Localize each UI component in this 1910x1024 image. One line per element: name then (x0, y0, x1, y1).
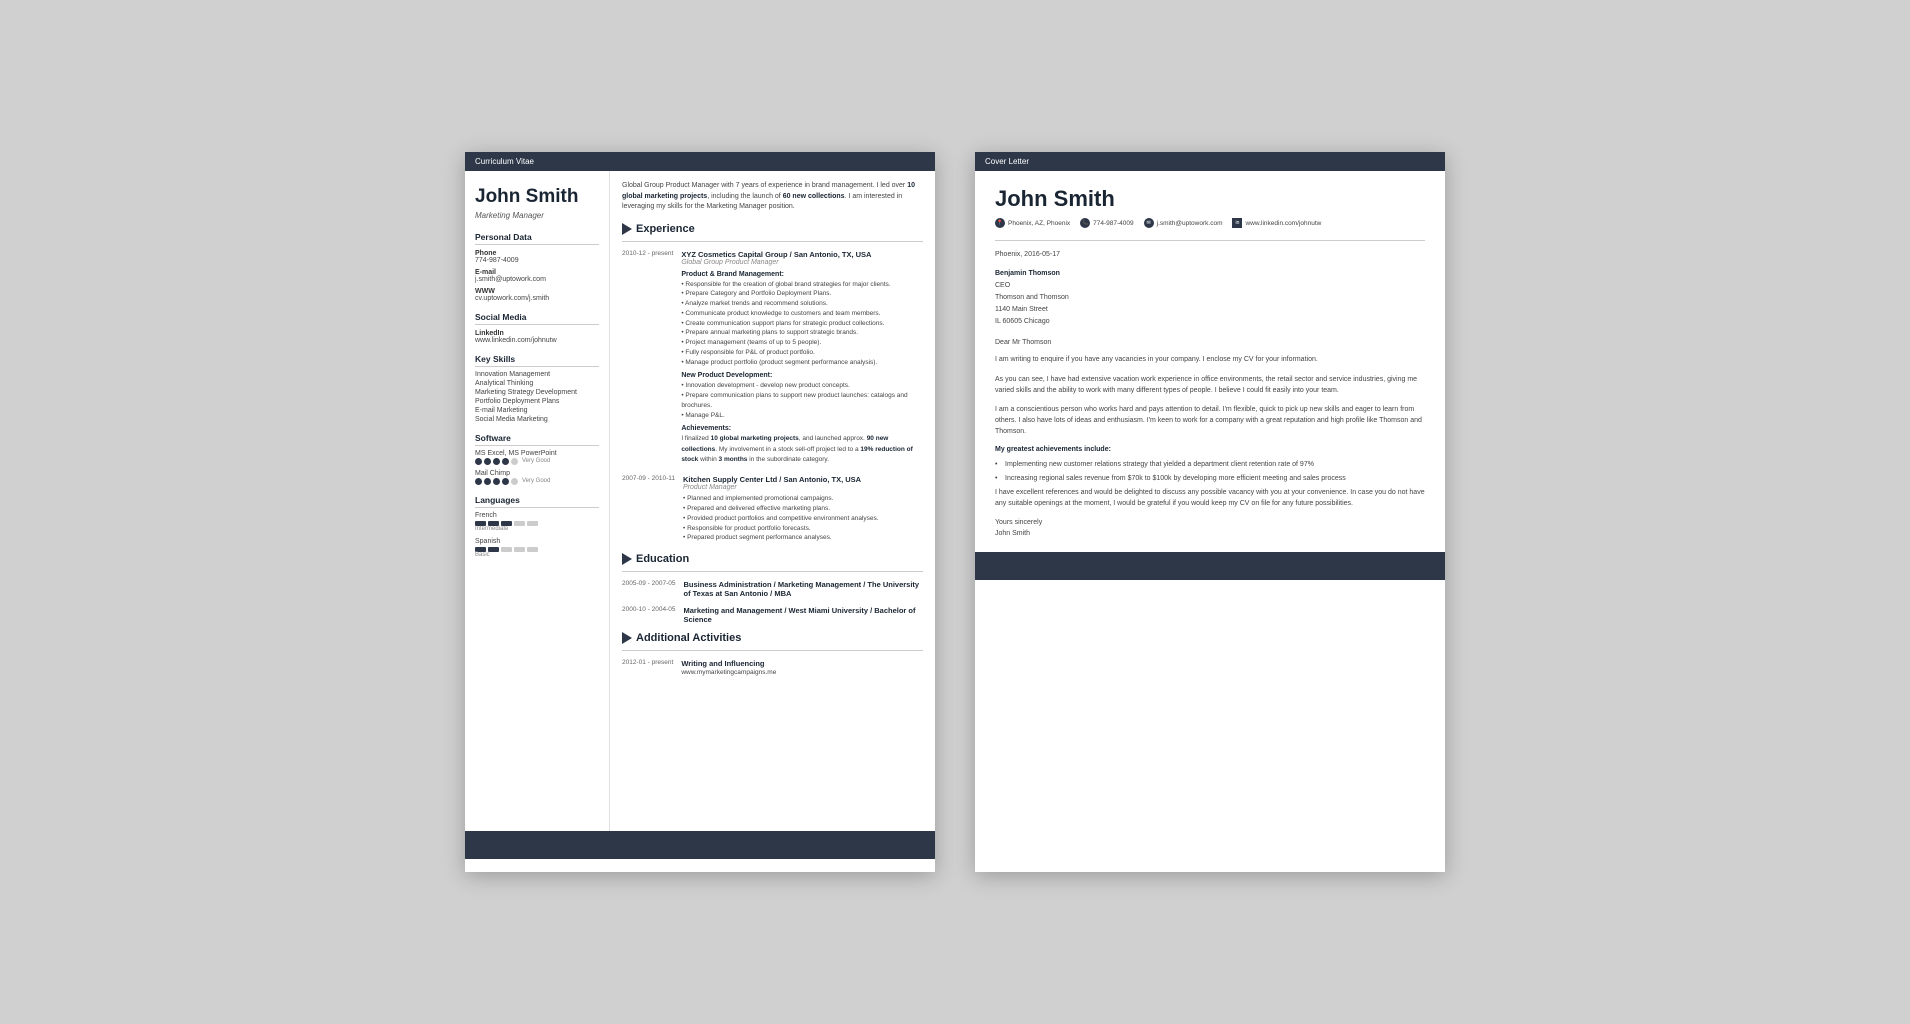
skill-item: Social Media Marketing (475, 416, 599, 423)
skill-item: Portfolio Deployment Plans (475, 398, 599, 405)
education-arrow-icon (622, 553, 632, 565)
language-item: FrenchIntermediate (475, 512, 599, 532)
software-section-title: Software (475, 433, 599, 446)
education-list: 2005-09 - 2007-05Business Administration… (622, 580, 923, 624)
education-title: Education (636, 553, 689, 565)
cv-bottom-bar (465, 831, 935, 859)
experience-section: Experience (622, 223, 923, 235)
cv-sidebar: John Smith Marketing Manager Personal Da… (465, 171, 610, 831)
education-section: Education (622, 553, 923, 565)
cv-header-label: Curriculum Vitae (475, 157, 534, 166)
cl-header-label: Cover Letter (985, 157, 1029, 166)
www-value: cv.uptowork.com/j.smith (475, 295, 599, 302)
skills-list: Innovation Management Analytical Thinking… (475, 371, 599, 423)
social-section-title: Social Media (475, 312, 599, 325)
language-item: SpanishBasic (475, 538, 599, 558)
cl-phone-text: 774-987-4009 (1093, 220, 1133, 227)
languages-list: FrenchIntermediate SpanishBasic (475, 512, 599, 558)
cl-closing: Yours sincerely (995, 519, 1425, 526)
cl-closing-paragraph: I have excellent references and would be… (995, 487, 1425, 509)
experience-title: Experience (636, 223, 695, 235)
cv-title: Marketing Manager (475, 211, 599, 220)
cl-paragraph: I am writing to enquire if you have any … (995, 354, 1425, 365)
education-item: 2000-10 - 2004-05Marketing and Managemen… (622, 606, 923, 624)
cl-recipient: Benjamin ThomsonCEOThomson and Thomson11… (995, 268, 1425, 327)
experience-list: 2010-12 - presentXYZ Cosmetics Capital G… (622, 250, 923, 544)
cl-paragraphs: I am writing to enquire if you have any … (995, 354, 1425, 437)
phone-label: Phone (475, 250, 599, 257)
education-item: 2005-09 - 2007-05Business Administration… (622, 580, 923, 598)
experience-item: 2007-09 - 2010-11Kitchen Supply Center L… (622, 475, 923, 543)
activities-arrow-icon (622, 632, 632, 644)
phone-icon: 📞 (1080, 218, 1090, 228)
skill-item: E-mail Marketing (475, 407, 599, 414)
cl-linkedin: in www.linkedin.com/johnutw (1232, 218, 1321, 228)
cv-summary: Global Group Product Manager with 7 year… (622, 181, 923, 213)
linkedin-value: www.linkedin.com/johnutw (475, 337, 599, 344)
cl-bottom-bar (975, 552, 1445, 580)
software-item: Mail ChimpVery Good (475, 470, 599, 485)
cl-paragraph: As you can see, I have had extensive vac… (995, 374, 1425, 396)
www-label: WWW (475, 288, 599, 295)
skill-item: Marketing Strategy Development (475, 389, 599, 396)
experience-item: 2010-12 - presentXYZ Cosmetics Capital G… (622, 250, 923, 466)
cl-document: Cover Letter John Smith 📍 Phoenix, AZ, P… (975, 152, 1445, 872)
linkedin-label: LinkedIn (475, 330, 599, 337)
cv-document: Curriculum Vitae John Smith Marketing Ma… (465, 152, 935, 872)
linkedin-icon: in (1232, 218, 1242, 228)
cl-salutation: Dear Mr Thomson (995, 339, 1425, 346)
cl-achievement-bullet: Implementing new customer relations stra… (995, 459, 1425, 470)
email-label: E-mail (475, 269, 599, 276)
skill-item: Analytical Thinking (475, 380, 599, 387)
cl-signature: John Smith (995, 530, 1425, 537)
location-icon: 📍 (995, 218, 1005, 228)
cl-achievement-bullet: Increasing regional sales revenue from $… (995, 473, 1425, 484)
personal-section-title: Personal Data (475, 232, 599, 245)
cl-achievements: Implementing new customer relations stra… (995, 459, 1425, 484)
activities-title: Additional Activities (636, 632, 741, 644)
cl-location-text: Phoenix, AZ, Phoenix (1008, 220, 1070, 227)
activities-list: 2012-01 - presentWriting and Influencing… (622, 659, 923, 678)
experience-arrow-icon (622, 223, 632, 235)
cl-paragraph: I am a conscientious person who works ha… (995, 404, 1425, 438)
software-list: MS Excel, MS PowerPointVery Good Mail Chi… (475, 450, 599, 485)
cv-name: John Smith (475, 186, 599, 209)
email-value: j.smith@uptowork.com (475, 276, 599, 283)
cl-email-text: j.smith@uptowork.com (1157, 220, 1223, 227)
languages-section-title: Languages (475, 495, 599, 508)
cl-date: Phoenix, 2016-05-17 (995, 251, 1425, 258)
cl-name: John Smith (995, 186, 1425, 212)
cv-header-bar: Curriculum Vitae (465, 152, 935, 171)
cl-body: John Smith 📍 Phoenix, AZ, Phoenix 📞 774-… (975, 171, 1445, 552)
phone-value: 774-987-4009 (475, 257, 599, 264)
cl-email: ✉ j.smith@uptowork.com (1144, 218, 1223, 228)
skill-item: Innovation Management (475, 371, 599, 378)
cl-header-bar: Cover Letter (975, 152, 1445, 171)
email-icon: ✉ (1144, 218, 1154, 228)
cl-linkedin-text: www.linkedin.com/johnutw (1245, 220, 1321, 227)
cl-contact: 📍 Phoenix, AZ, Phoenix 📞 774-987-4009 ✉ … (995, 218, 1425, 228)
skills-section-title: Key Skills (475, 354, 599, 367)
cl-location: 📍 Phoenix, AZ, Phoenix (995, 218, 1070, 228)
activity-item: 2012-01 - presentWriting and Influencing… (622, 659, 923, 678)
activities-section: Additional Activities (622, 632, 923, 644)
cl-phone: 📞 774-987-4009 (1080, 218, 1133, 228)
cv-main-content: Global Group Product Manager with 7 year… (610, 171, 935, 831)
software-item: MS Excel, MS PowerPointVery Good (475, 450, 599, 465)
cl-achievements-title: My greatest achievements include: (995, 446, 1425, 453)
